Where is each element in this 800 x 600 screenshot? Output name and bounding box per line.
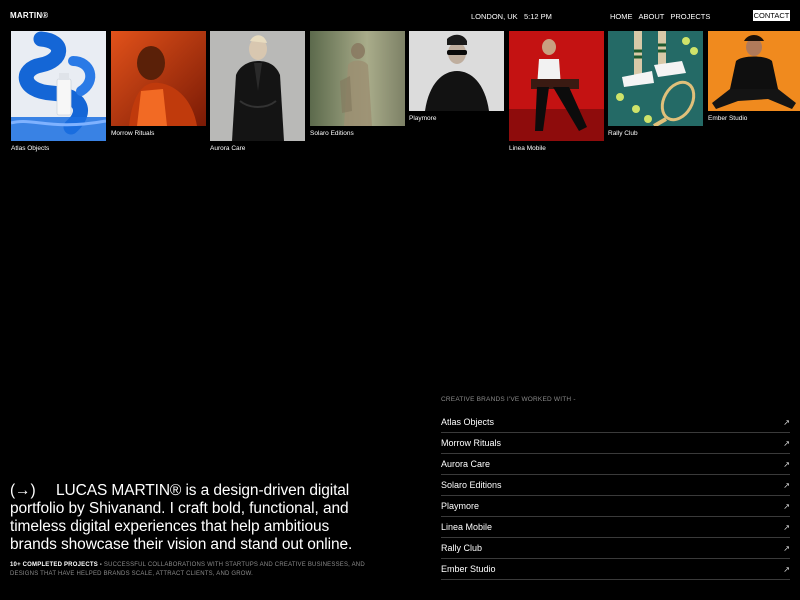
brand-name: Playmore <box>441 501 480 511</box>
brand-row-morrow-rituals[interactable]: Morrow Rituals ↗ <box>441 433 790 454</box>
brand-row-rally-club[interactable]: Rally Club ↗ <box>441 538 790 559</box>
nav-home[interactable]: HOME <box>610 12 633 21</box>
contact-button[interactable]: CONTACT <box>753 10 790 21</box>
brand-name: Solaro Editions <box>441 480 502 490</box>
brand-name: Linea Mobile <box>441 522 493 532</box>
external-link-icon: ↗ <box>783 501 790 511</box>
project-label: Playmore <box>409 115 437 122</box>
external-link-icon: ↗ <box>783 543 790 553</box>
external-link-icon: ↗ <box>783 438 790 448</box>
brand-name: Morrow Rituals <box>441 438 502 448</box>
nav-about[interactable]: ABOUT <box>639 12 665 21</box>
external-link-icon: ↗ <box>783 480 790 490</box>
stats-highlight: 10+ COMPLETED PROJECTS - <box>10 562 102 568</box>
main-nav: HOME ABOUT PROJECTS <box>610 12 710 21</box>
brand-row-atlas-objects[interactable]: Atlas Objects ↗ <box>441 412 790 433</box>
brand-row-ember-studio[interactable]: Ember Studio ↗ <box>441 559 790 580</box>
external-link-icon: ↗ <box>783 522 790 532</box>
project-image-ember-studio <box>708 31 800 111</box>
project-label: Atlas Objects <box>11 145 50 152</box>
nav-projects[interactable]: PROJECTS <box>670 12 710 21</box>
brand-row-solaro-editions[interactable]: Solaro Editions ↗ <box>441 475 790 496</box>
external-link-icon: ↗ <box>783 564 790 574</box>
brand-row-playmore[interactable]: Playmore ↗ <box>441 496 790 517</box>
brand-name: Atlas Objects <box>441 417 495 427</box>
project-label: Solaro Editions <box>310 130 354 137</box>
brand-row-aurora-care[interactable]: Aurora Care ↗ <box>441 454 790 475</box>
brands-list: Atlas Objects ↗ Morrow Rituals ↗ Aurora … <box>441 412 790 580</box>
project-image-solaro-editions <box>310 31 405 126</box>
location-label: LONDON, UK <box>471 12 518 21</box>
project-label: Aurora Care <box>210 145 246 152</box>
local-time: 5:12 PM <box>524 12 552 21</box>
project-image-linea-mobile <box>509 31 604 141</box>
project-image-playmore <box>409 31 504 111</box>
brand-row-linea-mobile[interactable]: Linea Mobile ↗ <box>441 517 790 538</box>
brand-name: Aurora Care <box>441 459 491 469</box>
project-gallery: Atlas Objects Morrow Rituals Aurora Care… <box>0 31 800 161</box>
project-image-aurora-care <box>210 31 305 141</box>
bio-statement: (→) LUCAS MARTIN® is a design-driven digi… <box>10 482 370 554</box>
brands-heading: CREATIVE BRANDS I'VE WORKED WITH - <box>441 396 576 403</box>
brand-name: Rally Club <box>441 543 483 553</box>
site-logo[interactable]: MARTIN® <box>10 11 48 20</box>
external-link-icon: ↗ <box>783 417 790 427</box>
project-stats: 10+ COMPLETED PROJECTS - SUCCESSFUL COLL… <box>10 561 370 579</box>
arrow-icon: (→) <box>10 482 36 499</box>
project-label: Rally Club <box>608 130 638 137</box>
bio-text: LUCAS MARTIN® is a design-driven digital… <box>10 482 353 553</box>
project-label: Morrow Rituals <box>111 130 155 137</box>
project-label: Ember Studio <box>708 115 748 122</box>
project-image-morrow-rituals <box>111 31 206 126</box>
project-image-rally-club <box>608 31 703 126</box>
project-label: Linea Mobile <box>509 145 546 152</box>
external-link-icon: ↗ <box>783 459 790 469</box>
brand-name: Ember Studio <box>441 564 496 574</box>
project-image-atlas-objects <box>11 31 106 141</box>
top-bar: MARTIN® LONDON, UK 5:12 PM HOME ABOUT PR… <box>0 0 800 30</box>
